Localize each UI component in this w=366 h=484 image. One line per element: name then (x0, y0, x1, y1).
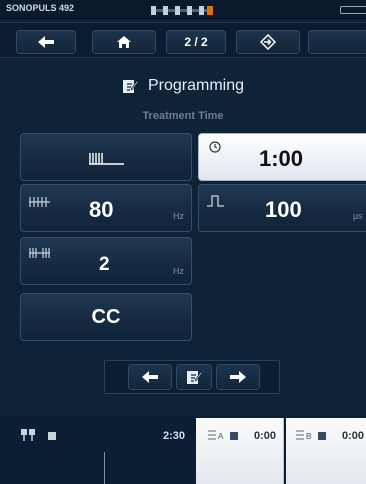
page-indicator-button[interactable]: 2 / 2 (166, 30, 226, 54)
burst-button[interactable]: 2 Hz (20, 237, 192, 285)
back-button[interactable] (16, 30, 76, 54)
burst-icon (29, 248, 50, 258)
nav-extra-button[interactable] (308, 30, 366, 54)
total-time: 2:30 (163, 430, 186, 442)
pulse-duration-value: 100 (265, 197, 302, 222)
channel-a-time: 0:00 (254, 430, 277, 442)
channel-b-panel[interactable]: B 0:00 (286, 418, 366, 484)
navigate-button[interactable] (236, 30, 300, 54)
arrow-left-icon (142, 371, 158, 383)
frequency-unit: Hz (173, 211, 184, 221)
channel-a-indicator (230, 432, 238, 440)
page-title: Programming (147, 77, 245, 94)
frequency-icon (29, 197, 50, 207)
electrode-a-icon (208, 430, 216, 440)
electrode-b-icon (296, 430, 304, 440)
channel-b-label: B (306, 432, 312, 441)
home-button[interactable] (92, 30, 156, 54)
progress-indicator (151, 6, 213, 15)
treatment-time-value: 1:00 (259, 146, 304, 171)
electrode-icon (21, 429, 35, 441)
pulse-icon (207, 195, 224, 207)
divider (104, 452, 105, 484)
channel-b-time: 0:00 (342, 430, 365, 442)
pulse-train-icon (89, 153, 124, 165)
pulse-duration-button[interactable]: 100 µs (198, 184, 366, 232)
next-page-button[interactable] (216, 364, 260, 390)
pulse-duration-unit: µs (353, 211, 363, 221)
mode-button[interactable]: CC (20, 293, 192, 341)
burst-unit: Hz (173, 266, 184, 276)
arrow-right-icon (230, 371, 246, 383)
diamond-arrow-icon (260, 34, 276, 50)
frequency-value: 80 (89, 197, 114, 222)
channel-a-label: A (218, 432, 224, 441)
channel-b-indicator (318, 432, 326, 440)
treatment-time-button[interactable]: 1:00 (198, 133, 366, 181)
page-header: Programming (0, 67, 366, 105)
edit-icon (187, 371, 202, 384)
battery-icon (340, 6, 366, 14)
home-icon (117, 36, 131, 48)
channel-a-panel[interactable]: A 0:00 (196, 418, 284, 484)
edit-icon (122, 80, 138, 93)
page-indicator: 2 / 2 (184, 35, 208, 49)
burst-value: 2 (99, 254, 110, 275)
edit-program-button[interactable] (176, 364, 212, 390)
waveform-button[interactable] (20, 133, 192, 181)
prev-page-button[interactable] (128, 364, 172, 390)
page-subtitle: Treatment Time (142, 110, 224, 122)
device-name: SONOPULS 492 (6, 3, 75, 13)
mode-value: CC (91, 306, 121, 328)
channel-indicator (48, 432, 56, 440)
arrow-left-icon (38, 36, 54, 48)
clock-icon (209, 141, 221, 153)
frequency-button[interactable]: 80 Hz (20, 184, 192, 232)
